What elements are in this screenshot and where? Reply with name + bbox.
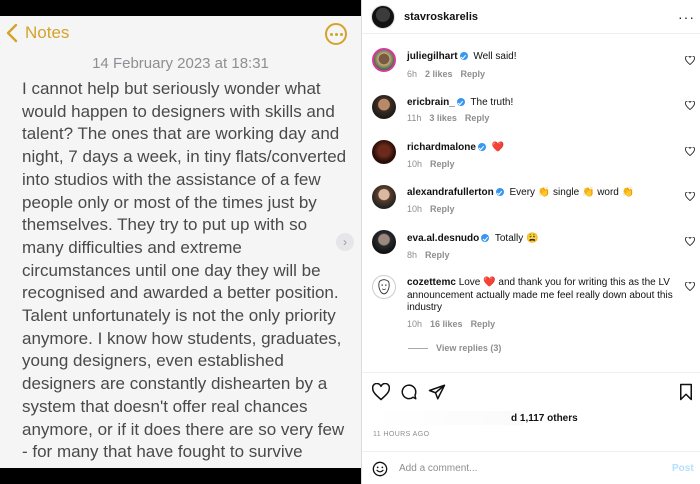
notes-pane: Notes 14 February 2023 at 18:31 I cannot…: [0, 0, 361, 484]
heart-icon[interactable]: [685, 192, 695, 201]
comment-username[interactable]: alexandrafullerton: [407, 187, 494, 198]
comment-likes[interactable]: 3 likes: [429, 113, 457, 123]
comment-username[interactable]: cozettemc: [407, 277, 456, 288]
comment-time: 11h: [407, 113, 422, 123]
comment-time: 6h: [407, 69, 418, 79]
heart-icon[interactable]: [685, 282, 695, 291]
emoji-icon[interactable]: [372, 461, 388, 477]
comment-text: The truth!: [470, 97, 514, 108]
add-comment-bar: Add a comment... Post: [362, 451, 700, 484]
verified-icon: [477, 143, 486, 151]
comment-meta: 8h Reply: [407, 250, 450, 260]
heart-icon[interactable]: [685, 147, 695, 156]
comment-time: 10h: [407, 204, 423, 214]
comment-input[interactable]: Add a comment...: [399, 463, 659, 474]
avatar[interactable]: [372, 95, 396, 119]
notes-back-label: Notes: [25, 23, 70, 42]
verified-icon: [481, 234, 490, 242]
top-bar: [0, 0, 361, 16]
instagram-pane: stavroskarelis ··· juliegilhart Well sai…: [361, 0, 700, 484]
notes-back-button[interactable]: Notes: [6, 23, 69, 43]
like-heart-icon[interactable]: [372, 383, 390, 401]
action-bar: [362, 372, 700, 412]
view-replies-button[interactable]: View replies (3): [408, 343, 501, 353]
verified-icon: [495, 188, 504, 196]
comment-time: 8h: [407, 250, 418, 260]
chevron-left-icon: [6, 23, 18, 43]
comment-username[interactable]: ericbrain_: [407, 97, 455, 108]
divider-line: [408, 347, 428, 349]
ellipsis-icon: [329, 32, 333, 36]
likes-count[interactable]: d 1,117 others: [511, 413, 578, 424]
chevron-right-icon[interactable]: ›: [336, 233, 354, 251]
comment-meta: 6h 2 likes Reply: [407, 69, 485, 79]
post-button[interactable]: Post: [672, 463, 694, 474]
more-options-button[interactable]: [325, 23, 347, 45]
comment-meta: 10h Reply: [407, 159, 455, 169]
heart-icon[interactable]: [685, 101, 695, 110]
comment-time: 10h: [407, 159, 423, 169]
comment-text: Well said!: [473, 51, 517, 62]
comment-text-wrap: juliegilhart Well said!: [407, 51, 677, 64]
heart-icon[interactable]: [685, 56, 695, 65]
heart-icon[interactable]: [685, 237, 695, 246]
comment-text-wrap: ericbrain_ The truth!: [407, 97, 677, 110]
comment-text-wrap: alexandrafullerton Every 👏 single 👏 word…: [407, 187, 677, 200]
note-date: 14 February 2023 at 18:31: [92, 55, 269, 72]
ellipsis-dot: [339, 32, 343, 36]
reply-button[interactable]: Reply: [471, 319, 496, 329]
comment-text-wrap: eva.al.desnudo Totally 😩: [407, 233, 677, 246]
comment-text: Totally 😩: [494, 233, 539, 244]
note-body[interactable]: I cannot help but seriously wonder what …: [22, 78, 348, 464]
avatar[interactable]: [372, 48, 396, 72]
avatar[interactable]: [371, 5, 395, 29]
post-time: 11 HOURS AGO: [373, 431, 430, 438]
reply-button[interactable]: Reply: [430, 204, 455, 214]
comment-meta: 11h 3 likes Reply: [407, 113, 489, 123]
verified-icon: [456, 98, 465, 106]
avatar[interactable]: [372, 275, 396, 299]
likes-avatars-blurred: [374, 411, 524, 425]
comment-text: ❤️: [491, 142, 505, 153]
comment-username[interactable]: richardmalone: [407, 142, 476, 153]
share-paper-plane-icon[interactable]: [428, 383, 446, 401]
avatar[interactable]: [372, 185, 396, 209]
bookmark-icon[interactable]: [677, 383, 695, 401]
comment-time: 10h: [407, 319, 423, 329]
reply-button[interactable]: Reply: [461, 69, 486, 79]
verified-icon: [459, 52, 468, 60]
comment-text: Every 👏 single 👏 word 👏: [509, 187, 635, 198]
sketch-face-icon: [378, 279, 390, 295]
comment-text-wrap: richardmalone ❤️: [407, 142, 677, 155]
comment-username[interactable]: eva.al.desnudo: [407, 233, 479, 244]
comment-bubble-icon[interactable]: [400, 383, 418, 401]
comment-meta: 10h 16 likes Reply: [407, 319, 495, 329]
view-replies-label: View replies (3): [436, 343, 502, 353]
post-username[interactable]: stavroskarelis: [404, 11, 478, 23]
comment-meta: 10h Reply: [407, 204, 455, 214]
reply-button[interactable]: Reply: [425, 250, 450, 260]
avatar[interactable]: [372, 140, 396, 164]
ellipsis-icon[interactable]: ···: [678, 9, 695, 25]
ellipsis-dot: [334, 32, 338, 36]
reply-button[interactable]: Reply: [430, 159, 455, 169]
comment-text-wrap: cozettemc Love ❤️ and thank you for writ…: [407, 277, 677, 315]
comment-likes[interactable]: 16 likes: [430, 319, 463, 329]
avatar[interactable]: [372, 230, 396, 254]
comment-likes[interactable]: 2 likes: [425, 69, 453, 79]
bottom-bar: [0, 468, 361, 484]
reply-button[interactable]: Reply: [465, 113, 490, 123]
comment-username[interactable]: juliegilhart: [407, 51, 458, 62]
post-header: stavroskarelis ···: [362, 0, 700, 34]
